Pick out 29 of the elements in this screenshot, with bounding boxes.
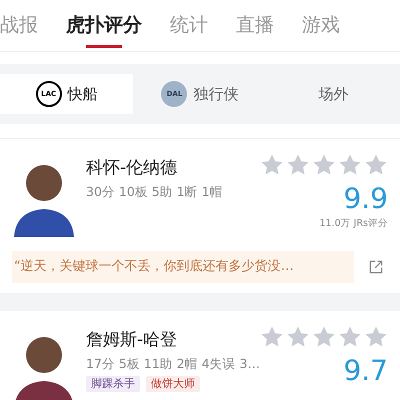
comment-quote[interactable]: “逆天，关键球一个不丢，你到底还有多少货没… — [12, 251, 354, 282]
star-icon[interactable] — [338, 153, 362, 177]
rating-score: 9.9 — [343, 183, 388, 215]
share-icon[interactable] — [368, 258, 384, 275]
star-icon[interactable] — [338, 324, 362, 348]
star-icon[interactable] — [312, 324, 336, 348]
player-name: 詹姆斯-哈登 — [86, 328, 178, 350]
nav-tab[interactable]: 虎扑评分 — [52, 0, 156, 51]
star-icon[interactable] — [260, 153, 284, 177]
nav-tab[interactable]: 直播 — [222, 0, 288, 51]
star-icon[interactable] — [364, 324, 388, 348]
star-icon[interactable] — [286, 324, 310, 348]
star-icon[interactable] — [312, 153, 336, 177]
rating-score: 9.7 — [343, 354, 388, 386]
star-icon[interactable] — [286, 153, 310, 177]
star-rating[interactable] — [260, 324, 388, 348]
rating-count: 11.0万 JRs评分 — [319, 217, 388, 231]
player-stats: 30分 10板 5助 1断 1帽 — [86, 183, 224, 201]
team-tab[interactable]: 场外 — [266, 74, 400, 114]
player-tag: 做饼大师 — [146, 376, 200, 392]
nav-tab[interactable]: 战报 — [0, 0, 52, 51]
nav-tab[interactable]: 统计 — [156, 0, 222, 51]
player-stats: 17分 5板 11助 2帽 4失误 3… — [86, 354, 260, 372]
player-name: 科怀-伦纳德 — [86, 157, 178, 179]
star-rating[interactable] — [260, 153, 388, 177]
star-icon[interactable] — [364, 153, 388, 177]
nav-tab[interactable]: 游戏 — [288, 0, 354, 51]
star-icon[interactable] — [260, 324, 284, 348]
player-tag: 脚踝杀手 — [86, 376, 140, 392]
